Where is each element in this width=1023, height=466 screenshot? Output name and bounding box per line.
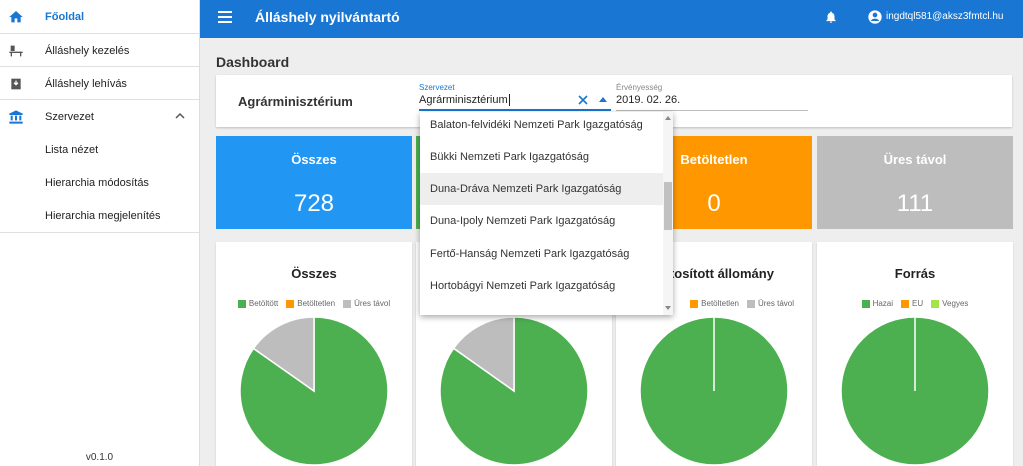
dropdown-option-highlighted[interactable]: Duna-Dráva Nemzeti Park Igazgatóság bbox=[420, 173, 663, 205]
chevron-up-icon[interactable] bbox=[174, 111, 186, 121]
legend-label: Üres távol bbox=[757, 299, 794, 308]
sidebar-item-label: Szervezet bbox=[45, 110, 94, 123]
sidebar-subitem-hierarchy-edit[interactable]: Hierarchia módosítás bbox=[0, 166, 199, 199]
legend-label: Betöltetlen bbox=[297, 299, 336, 308]
legend-label: Üres távol bbox=[354, 299, 391, 308]
validity-field-label: Érvényesség bbox=[616, 83, 663, 92]
dropdown-scrollbar[interactable] bbox=[663, 112, 673, 315]
legend-label: Betöltetlen bbox=[701, 299, 739, 308]
sidebar-item-home[interactable]: Főoldal bbox=[0, 0, 199, 33]
sidebar-item-label: Hierarchia megjelenítés bbox=[45, 209, 161, 222]
pie-chart bbox=[440, 317, 588, 465]
top-app-bar: Álláshely nyilvántartó ingdtql581@aksz3f… bbox=[200, 0, 1023, 38]
legend-item[interactable]: Üres távol bbox=[746, 299, 794, 308]
pie-chart bbox=[240, 317, 388, 465]
stat-card-total: Összes 728 bbox=[216, 136, 412, 229]
stat-label: Üres távol bbox=[883, 152, 947, 167]
clear-icon[interactable] bbox=[578, 95, 588, 105]
chart-legend: Betöltött Betöltetlen Üres távol bbox=[216, 299, 412, 308]
bank-icon bbox=[9, 110, 23, 124]
desk-icon bbox=[9, 45, 23, 57]
stat-card-empty-absent: Üres távol 111 bbox=[817, 136, 1013, 229]
sidebar-item-label: Főoldal bbox=[45, 10, 85, 23]
legend-item[interactable]: Betöltetlen bbox=[690, 299, 739, 308]
legend-swatch bbox=[901, 299, 910, 308]
dropdown-option[interactable]: Hortobágyi Nemzeti Park Igazgatóság bbox=[420, 270, 663, 302]
dropdown-option[interactable]: Balaton-felvidéki Nemzeti Park Igazgatós… bbox=[420, 112, 663, 141]
organization-field-label: Szervezet bbox=[419, 83, 455, 92]
download-box-icon bbox=[11, 78, 21, 90]
legend-swatch bbox=[746, 299, 755, 308]
legend-swatch bbox=[343, 299, 352, 308]
sidebar-item-organization[interactable]: Szervezet bbox=[0, 100, 199, 133]
pie-chart bbox=[640, 317, 788, 465]
legend-item[interactable]: Üres távol bbox=[343, 299, 390, 308]
scroll-down-arrow-icon[interactable] bbox=[665, 306, 671, 310]
legend-swatch bbox=[861, 299, 870, 308]
account-circle-icon[interactable] bbox=[867, 9, 883, 25]
chart-card-source: Forrás Hazai EU Vegyes bbox=[817, 242, 1013, 466]
page-title: Dashboard bbox=[216, 54, 290, 70]
chart-title: Forrás bbox=[894, 266, 936, 281]
sidebar-item-position-request[interactable]: Álláshely lehívás bbox=[0, 67, 199, 100]
legend-swatch bbox=[286, 299, 295, 308]
validity-field-underline bbox=[616, 110, 808, 111]
legend-item[interactable]: Hazai bbox=[861, 299, 894, 308]
organization-field-underline bbox=[419, 109, 611, 111]
sidebar-subitem-hierarchy-view[interactable]: Hierarchia megjelenítés bbox=[0, 199, 199, 232]
legend-item[interactable]: EU bbox=[901, 299, 923, 308]
legend-label: Betöltött bbox=[248, 299, 279, 308]
scrollbar-thumb[interactable] bbox=[664, 182, 672, 230]
legend-swatch bbox=[931, 299, 940, 308]
validity-date-input[interactable]: 2019. 02. 26. bbox=[616, 94, 680, 106]
legend-swatch bbox=[237, 299, 246, 308]
scroll-up-arrow-icon[interactable] bbox=[665, 116, 671, 120]
user-email[interactable]: ingdtql581@aksz3fmtcl.hu bbox=[886, 11, 1003, 22]
version-label: v0.1.0 bbox=[85, 452, 114, 463]
chart-title: Összes bbox=[291, 266, 337, 281]
dropdown-option[interactable]: Fertő-Hanság Nemzeti Park Igazgatóság bbox=[420, 238, 663, 270]
sidebar-item-label: Lista nézet bbox=[45, 143, 99, 156]
dropdown-option[interactable]: Bükki Nemzeti Park Igazgatóság bbox=[420, 141, 663, 173]
legend-label: Hazai bbox=[872, 299, 894, 308]
divider bbox=[0, 232, 199, 233]
stat-label: Összes bbox=[291, 152, 337, 167]
text-cursor bbox=[509, 94, 510, 106]
legend-item[interactable]: Vegyes bbox=[931, 299, 968, 308]
chart-card-total: Összes Betöltött Betöltetlen Üres távol bbox=[216, 242, 412, 466]
sidebar-item-label: Hierarchia módosítás bbox=[45, 176, 149, 189]
sidebar-item-label: Álláshely lehívás bbox=[45, 77, 127, 90]
legend-item[interactable]: Betöltetlen bbox=[286, 299, 335, 308]
sidebar-item-label: Álláshely kezelés bbox=[45, 44, 130, 57]
stat-value: 111 bbox=[896, 190, 934, 217]
dropdown-caret-icon[interactable] bbox=[599, 97, 607, 102]
sidebar-subitem-list-view[interactable]: Lista nézet bbox=[0, 133, 199, 166]
sidebar-item-position-management[interactable]: Álláshely kezelés bbox=[0, 34, 199, 67]
selected-organization-title: Agrárminisztérium bbox=[238, 94, 353, 109]
dropdown-option[interactable]: Duna-Ipoly Nemzeti Park Igazgatóság bbox=[420, 205, 663, 237]
legend-swatch bbox=[690, 299, 699, 308]
sidebar: Főoldal Álláshely kezelés Álláshely lehí… bbox=[0, 0, 200, 466]
legend-label: Vegyes bbox=[942, 299, 969, 308]
chart-legend: Hazai EU Vegyes bbox=[817, 299, 1013, 308]
pie-chart bbox=[841, 317, 989, 465]
organization-dropdown-list: Balaton-felvidéki Nemzeti Park Igazgatós… bbox=[420, 112, 673, 315]
home-icon bbox=[9, 11, 23, 23]
legend-label: EU bbox=[912, 299, 924, 308]
stat-value: 728 bbox=[293, 190, 335, 217]
app-title: Álláshely nyilvántartó bbox=[255, 9, 400, 25]
bell-icon[interactable] bbox=[824, 9, 838, 25]
legend-item[interactable]: Betöltött bbox=[237, 299, 279, 308]
organization-input[interactable]: Agrárminisztérium bbox=[419, 94, 508, 106]
menu-icon[interactable] bbox=[218, 11, 232, 23]
